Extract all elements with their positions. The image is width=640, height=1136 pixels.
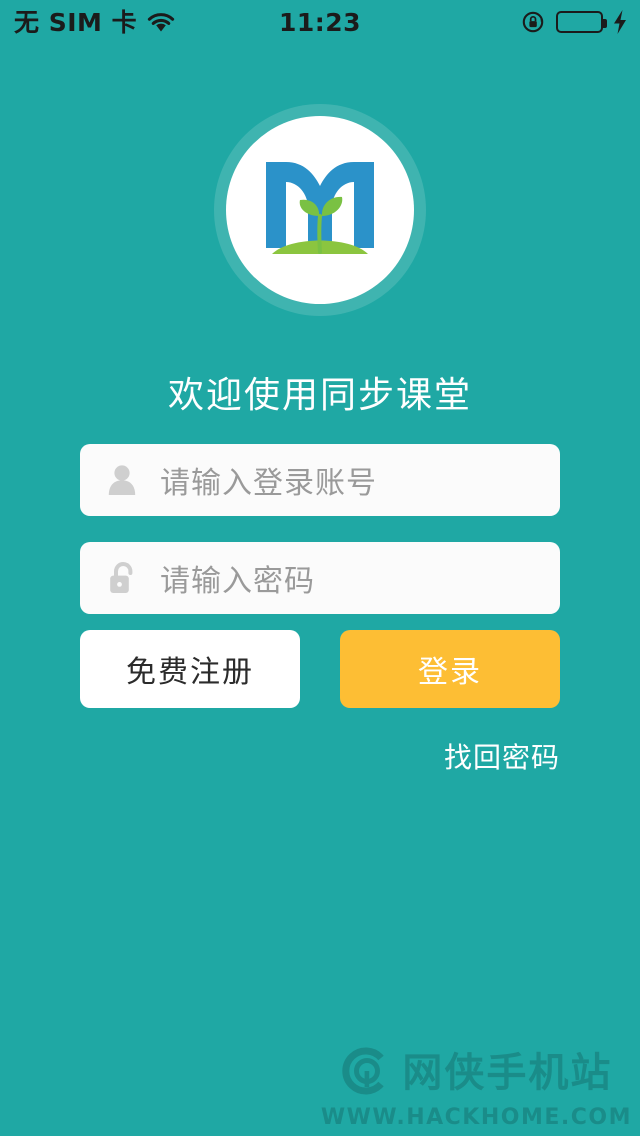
logo-ring [214, 104, 426, 316]
watermark-top-row: 网侠手机站 [340, 1045, 612, 1101]
watermark-site-name: 网侠手机站 [402, 1050, 613, 1096]
register-button[interactable]: 免费注册 [80, 630, 300, 708]
app-logo [226, 116, 414, 304]
status-bar: 无 SIM 卡 11:23 [0, 0, 640, 44]
rotation-lock-icon [521, 9, 547, 35]
battery-icon [556, 11, 607, 33]
password-placeholder: 请输入密码 [160, 564, 315, 599]
logo-container [0, 104, 640, 316]
site-watermark: 网侠手机站 WWW.HACKHOME.COM [321, 1045, 632, 1130]
logo-artwork [266, 162, 374, 254]
status-bar-right [521, 0, 628, 44]
password-field[interactable]: 请输入密码 [80, 542, 560, 614]
account-field[interactable]: 请输入登录账号 [80, 444, 560, 516]
watermark-url: WWW.HACKHOME.COM [320, 1105, 632, 1130]
hackhome-circle-logo-icon [340, 1045, 392, 1101]
page-title: 欢迎使用同步课堂 [167, 375, 472, 416]
user-icon [102, 463, 142, 497]
clock-label: 11:23 [278, 7, 362, 37]
account-placeholder: 请输入登录账号 [160, 466, 377, 501]
unlock-icon [102, 561, 142, 595]
forgot-password-link[interactable]: 找回密码 [444, 736, 560, 776]
lightning-bolt-icon [612, 9, 628, 35]
login-button[interactable]: 登录 [340, 630, 560, 708]
